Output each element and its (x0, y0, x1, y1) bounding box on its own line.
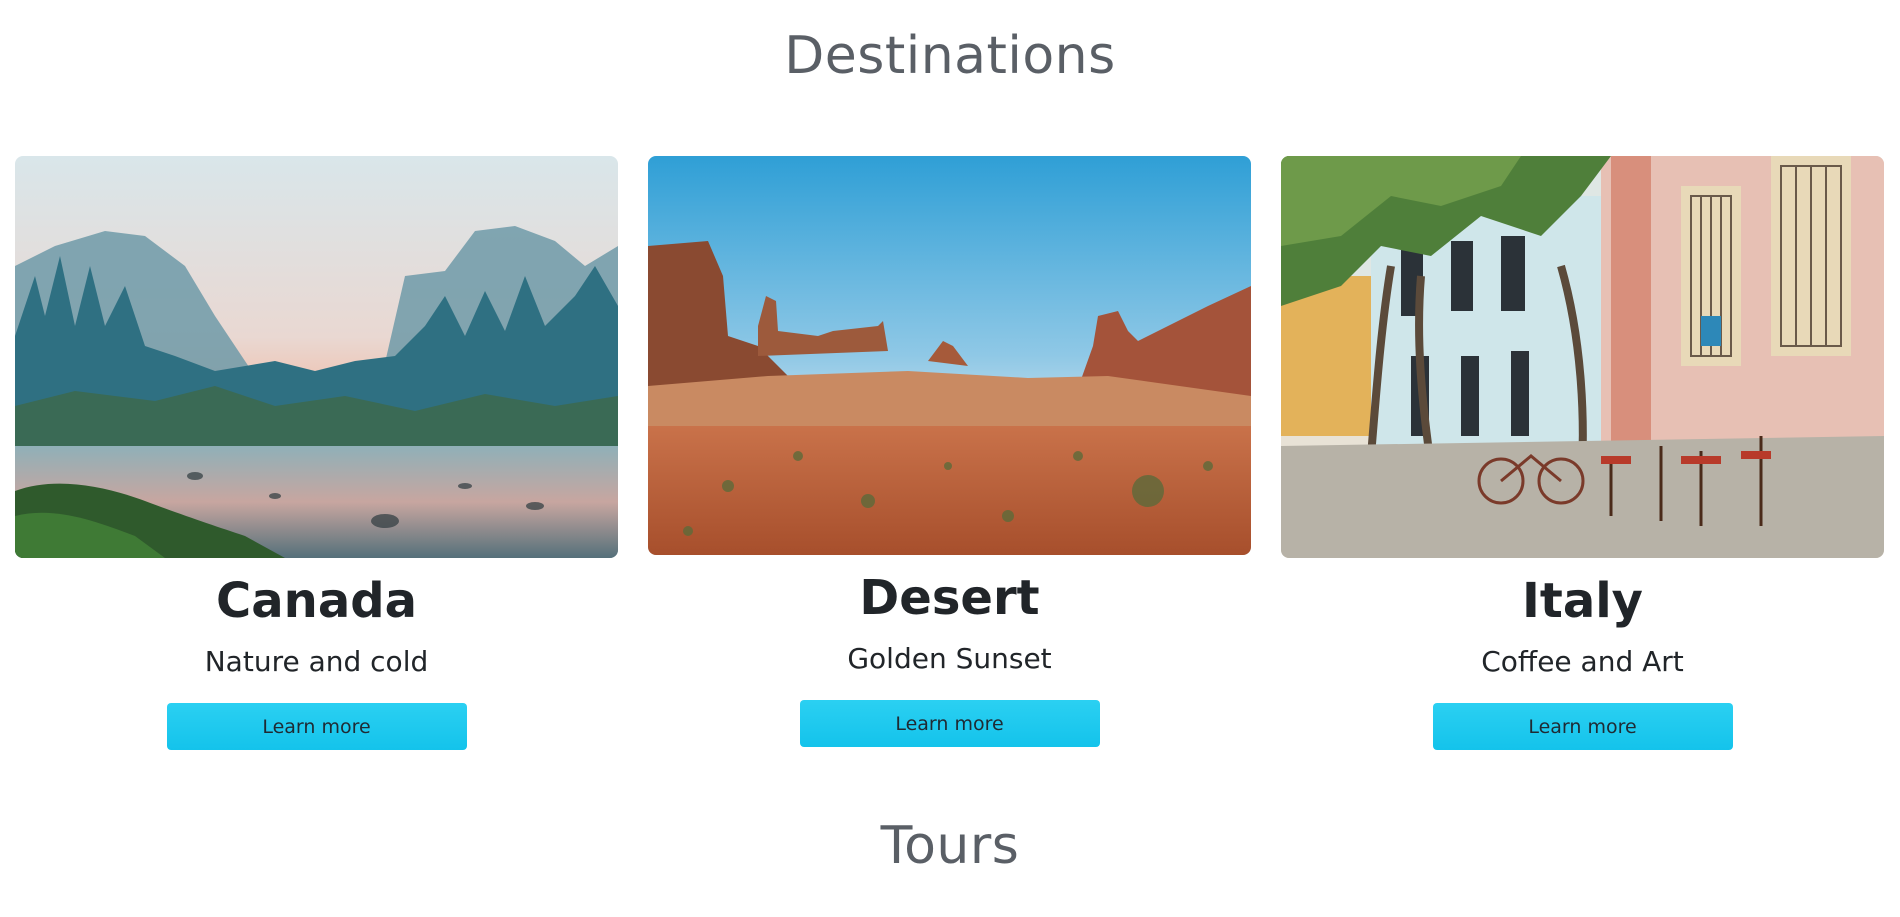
tours-heading: Tours (880, 816, 1020, 876)
card-title: Canada (216, 573, 417, 629)
italy-image (1281, 156, 1884, 558)
canada-image (15, 156, 618, 558)
destination-card-desert: Desert Golden Sunset Learn more (648, 156, 1251, 748)
card-title: Desert (859, 570, 1040, 626)
learn-more-button-canada[interactable]: Learn more (166, 703, 467, 751)
destination-card-canada: Canada Nature and cold Learn more (15, 156, 618, 751)
learn-more-button-desert[interactable]: Learn more (799, 700, 1100, 748)
card-subtitle: Golden Sunset (847, 642, 1052, 676)
destination-card-italy: Italy Coffee and Art Learn more (1281, 156, 1884, 751)
learn-more-button-italy[interactable]: Learn more (1432, 703, 1733, 751)
desert-image (648, 156, 1251, 555)
card-title: Italy (1522, 573, 1643, 629)
card-subtitle: Coffee and Art (1481, 645, 1684, 679)
destinations-heading: Destinations (784, 26, 1116, 86)
card-subtitle: Nature and cold (204, 645, 429, 679)
